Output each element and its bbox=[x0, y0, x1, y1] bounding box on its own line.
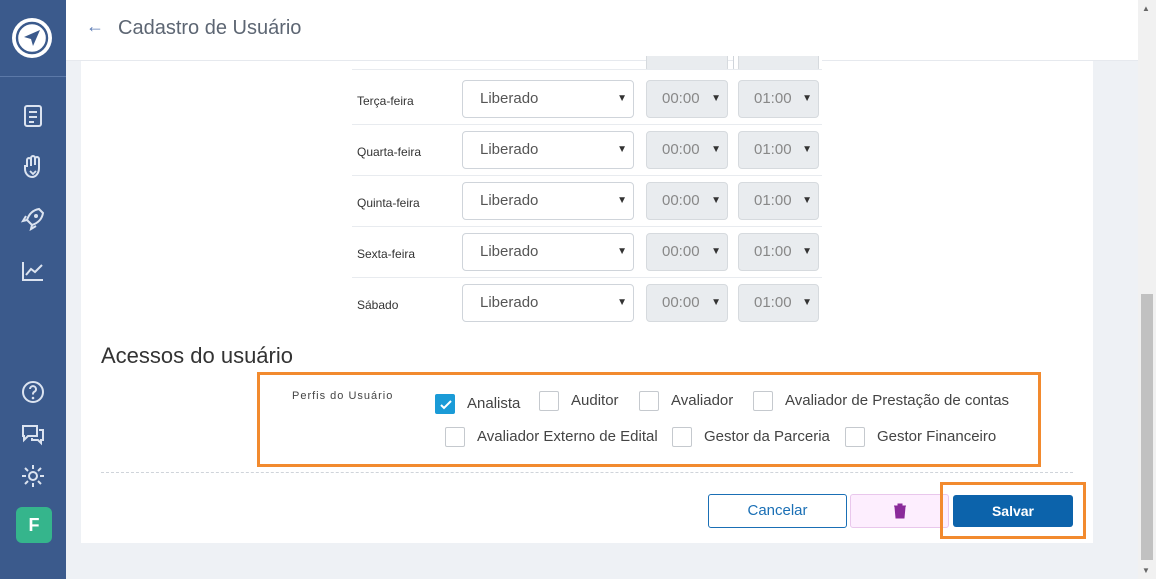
start-time-select[interactable]: 00:00 ▼ bbox=[646, 131, 728, 169]
checkbox-label: Auditor bbox=[571, 392, 619, 409]
select-value: Liberado bbox=[480, 90, 539, 107]
end-time-select[interactable]: 01:00 ▼ bbox=[738, 284, 819, 322]
status-select[interactable]: Liberado ▼ bbox=[462, 131, 634, 169]
settings-icon[interactable] bbox=[19, 462, 47, 490]
chevron-down-icon: ▼ bbox=[617, 297, 627, 308]
chevron-down-icon: ▼ bbox=[711, 93, 721, 104]
divider bbox=[101, 472, 1073, 473]
select-value: 00:00 bbox=[662, 90, 700, 107]
scroll-down-icon[interactable]: ▼ bbox=[1142, 566, 1150, 575]
checkbox-label: Gestor Financeiro bbox=[877, 428, 997, 445]
day-label: Quinta-feira bbox=[357, 196, 420, 210]
select-value: 00:00 bbox=[662, 243, 700, 260]
select-value: 01:00 bbox=[754, 243, 792, 260]
select-value: 00:00 bbox=[662, 192, 700, 209]
checkbox-analista[interactable] bbox=[435, 394, 455, 414]
day-label: Quarta-feira bbox=[357, 145, 422, 159]
chevron-down-icon: ▼ bbox=[617, 246, 627, 257]
start-time-select[interactable]: 00:00 ▼ bbox=[646, 284, 728, 322]
save-button[interactable]: Salvar bbox=[953, 495, 1073, 527]
header-bar: ← Cadastro de Usuário bbox=[66, 0, 1138, 61]
select-value: Liberado bbox=[480, 192, 539, 209]
select-value: Liberado bbox=[480, 141, 539, 158]
checkbox-auditor[interactable] bbox=[539, 391, 559, 411]
chevron-down-icon: ▼ bbox=[617, 195, 627, 206]
checkbox-label: Avaliador bbox=[671, 392, 734, 409]
chevron-down-icon: ▼ bbox=[802, 246, 812, 257]
chevron-down-icon: ▼ bbox=[617, 93, 627, 104]
send-icon bbox=[15, 21, 49, 55]
checkbox-label: Analista bbox=[467, 395, 521, 412]
schedule-row bbox=[352, 56, 822, 70]
document-icon[interactable] bbox=[19, 102, 47, 130]
status-select[interactable]: Liberado ▼ bbox=[462, 182, 634, 220]
chevron-down-icon: ▼ bbox=[802, 195, 812, 206]
trash-icon bbox=[893, 503, 906, 519]
status-select[interactable]: Liberado ▼ bbox=[462, 233, 634, 271]
rocket-icon[interactable] bbox=[19, 205, 47, 233]
select-value: 01:00 bbox=[754, 192, 792, 209]
day-label: Sexta-feira bbox=[357, 247, 416, 261]
day-label: Sábado bbox=[357, 298, 399, 312]
select-value: 00:00 bbox=[662, 141, 700, 158]
profiles-highlight bbox=[257, 372, 1041, 467]
select-value: Liberado bbox=[480, 243, 539, 260]
chevron-down-icon: ▼ bbox=[802, 144, 812, 155]
select-value: 00:00 bbox=[662, 294, 700, 311]
end-time-select[interactable]: 01:00 ▼ bbox=[738, 182, 819, 220]
checkbox-gestor-financeiro[interactable] bbox=[845, 427, 865, 447]
chevron-down-icon: ▼ bbox=[802, 93, 812, 104]
delete-button[interactable] bbox=[850, 494, 949, 528]
check-icon bbox=[440, 400, 452, 410]
select-value: Liberado bbox=[480, 294, 539, 311]
avatar[interactable]: F bbox=[16, 507, 52, 543]
day-label: Terça-feira bbox=[357, 94, 414, 108]
select-value: 01:00 bbox=[754, 294, 792, 311]
end-time-select[interactable]: 01:00 ▼ bbox=[738, 233, 819, 271]
end-time-select[interactable]: 01:00 ▼ bbox=[738, 131, 819, 169]
chat-icon[interactable] bbox=[19, 420, 47, 448]
scroll-up-icon[interactable]: ▲ bbox=[1142, 4, 1150, 13]
start-time-select[interactable]: 00:00 ▼ bbox=[646, 233, 728, 271]
section-title: Acessos do usuário bbox=[101, 343, 293, 368]
checkbox-label: Avaliador de Prestação de contas bbox=[785, 392, 1010, 409]
checkbox-avaliador[interactable] bbox=[639, 391, 659, 411]
start-time-select[interactable]: 00:00 ▼ bbox=[646, 80, 728, 118]
chevron-down-icon: ▼ bbox=[711, 195, 721, 206]
start-time-select[interactable]: 00:00 ▼ bbox=[646, 182, 728, 220]
checkbox-label: Gestor da Parceria bbox=[704, 428, 830, 445]
start-time-select[interactable] bbox=[646, 56, 728, 69]
checkbox-avaliador-externo[interactable] bbox=[445, 427, 465, 447]
chart-icon[interactable] bbox=[19, 257, 47, 285]
chevron-down-icon: ▼ bbox=[617, 144, 627, 155]
chevron-down-icon: ▼ bbox=[711, 297, 721, 308]
end-time-select[interactable] bbox=[738, 56, 819, 69]
content-card: Terça-feira Quarta-feira Quinta-feira Se… bbox=[81, 56, 1093, 543]
cancel-button[interactable]: Cancelar bbox=[708, 494, 847, 528]
checkbox-gestor-parceria[interactable] bbox=[672, 427, 692, 447]
checkbox-avaliador-prestacao[interactable] bbox=[753, 391, 773, 411]
back-arrow-icon[interactable]: ← bbox=[86, 16, 104, 37]
chevron-down-icon: ▼ bbox=[802, 297, 812, 308]
select-value: 01:00 bbox=[754, 141, 792, 158]
hand-heart-icon[interactable] bbox=[19, 153, 47, 181]
checkbox-label: Avaliador Externo de Edital bbox=[477, 428, 658, 445]
sidebar: F bbox=[0, 0, 66, 579]
logo[interactable] bbox=[12, 18, 52, 58]
scrollbar[interactable]: ▲ ▼ bbox=[1138, 0, 1156, 579]
status-select[interactable]: Liberado ▼ bbox=[462, 80, 634, 118]
help-icon[interactable] bbox=[19, 378, 47, 406]
select-value: 01:00 bbox=[754, 90, 792, 107]
scrollbar-thumb[interactable] bbox=[1141, 294, 1153, 560]
chevron-down-icon: ▼ bbox=[711, 246, 721, 257]
page-title: Cadastro de Usuário bbox=[118, 17, 302, 39]
end-time-select[interactable]: 01:00 ▼ bbox=[738, 80, 819, 118]
profiles-label: Perfis do Usuário bbox=[292, 390, 394, 402]
sidebar-divider bbox=[0, 76, 66, 77]
chevron-down-icon: ▼ bbox=[711, 144, 721, 155]
status-select[interactable]: Liberado ▼ bbox=[462, 284, 634, 322]
